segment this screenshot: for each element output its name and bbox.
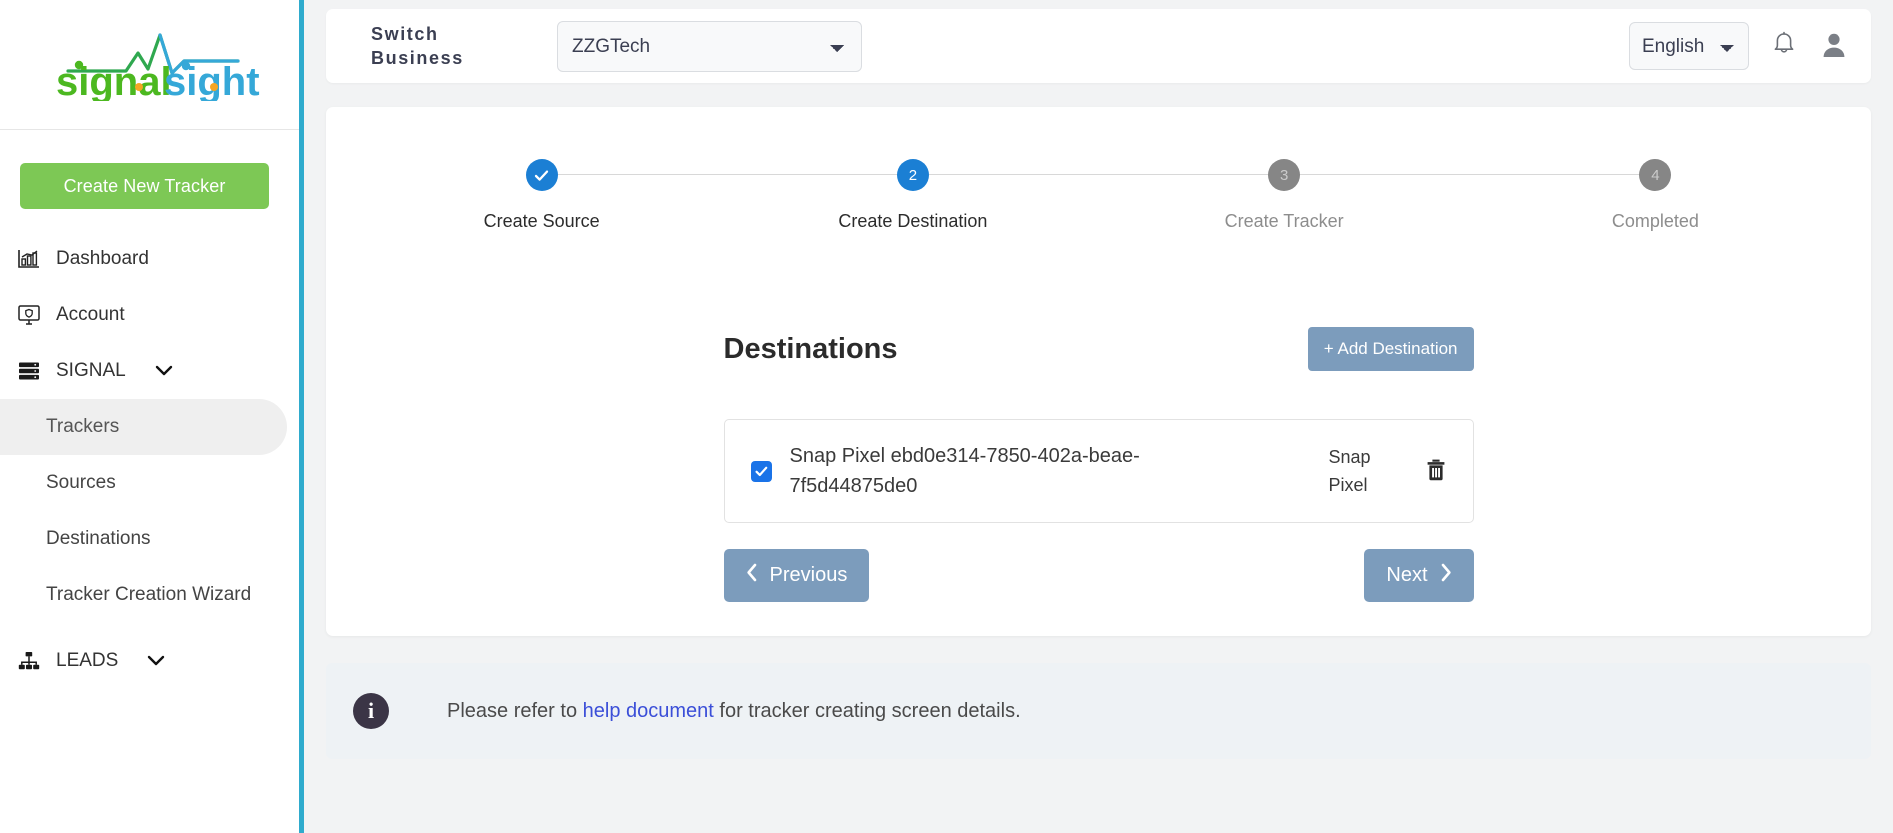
business-select[interactable]: ZZGTech xyxy=(557,20,862,72)
sidebar-subitem-label: Tracker Creation Wizard xyxy=(46,584,252,605)
step-circle-2: 2 xyxy=(896,159,929,191)
top-header-bar: Switch Business ZZGTech English xyxy=(326,9,1871,83)
help-document-link[interactable]: help document xyxy=(583,700,714,722)
main-content: Switch Business ZZGTech English Create S… xyxy=(304,0,1893,833)
sidebar-nav: Dashboard Account SIGNAL Trackers Source… xyxy=(0,231,304,689)
user-avatar-icon xyxy=(1819,30,1849,63)
help-text-before: Please refer to xyxy=(447,699,583,722)
step-circle-1 xyxy=(525,159,558,191)
delete-destination-button[interactable] xyxy=(1417,458,1455,485)
destination-checkbox[interactable] xyxy=(750,460,772,482)
switch-business-label: Switch Business xyxy=(371,24,464,68)
svg-text:sight: sight xyxy=(164,60,260,101)
step-circle-4: 4 xyxy=(1639,159,1672,191)
check-icon xyxy=(534,169,549,181)
destination-name: Snap Pixel ebd0e314-7850-402a-beae-7f5d4… xyxy=(789,445,1140,497)
sidebar-item-account[interactable]: Account xyxy=(0,287,304,343)
help-text-after: for tracker creating screen details. xyxy=(713,699,1021,722)
user-avatar-button[interactable] xyxy=(1819,30,1849,63)
destinations-header: Destinations + Add Destination xyxy=(724,327,1474,371)
next-button-label: Next xyxy=(1386,564,1428,586)
wizard-step-create-tracker[interactable]: 3 Create Tracker xyxy=(1099,159,1656,232)
previous-button-label: Previous xyxy=(769,564,848,586)
sidebar-item-sources[interactable]: Sources xyxy=(0,455,304,511)
sidebar-item-tracker-creation-wizard[interactable]: Tracker Creation Wizard xyxy=(0,567,304,623)
sidebar-subitem-label: Trackers xyxy=(46,416,120,437)
wizard-step-completed[interactable]: 4 Completed xyxy=(1470,159,1841,232)
notification-bell-button[interactable] xyxy=(1771,31,1797,62)
create-new-tracker-button[interactable]: Create New Tracker xyxy=(20,163,269,209)
monitor-shield-icon xyxy=(16,302,42,328)
sidebar-item-label: LEADS xyxy=(56,650,119,671)
sidebar-item-label: SIGNAL xyxy=(56,360,126,381)
wizard-navigation-buttons: Previous Next xyxy=(723,549,1474,602)
sidebar-item-trackers[interactable]: Trackers xyxy=(0,399,287,455)
step-label: Create Source xyxy=(483,211,600,231)
sidebar-subitem-label: Destinations xyxy=(46,528,151,549)
wizard-card: Create Source 2 Create Destination 3 Cre… xyxy=(326,107,1871,636)
table-row[interactable]: Snap Pixel ebd0e314-7850-402a-beae-7f5d4… xyxy=(725,420,1473,522)
info-icon: i xyxy=(353,693,389,729)
wizard-step-create-source[interactable]: Create Source xyxy=(356,159,913,232)
wizard-step-create-destination[interactable]: 2 Create Destination xyxy=(727,159,1285,232)
destinations-list: Snap Pixel ebd0e314-7850-402a-beae-7f5d4… xyxy=(723,419,1474,523)
help-info-bar: i Please refer to help document for trac… xyxy=(326,663,1871,759)
wizard-stepper: Create Source 2 Create Destination 3 Cre… xyxy=(326,159,1871,232)
step-label: Completed xyxy=(1611,211,1699,231)
next-button[interactable]: Next xyxy=(1364,549,1474,602)
svg-text:signal: signal xyxy=(56,60,172,101)
check-icon xyxy=(754,466,767,476)
header-actions: English xyxy=(1629,22,1849,70)
step-label: Create Destination xyxy=(838,211,988,231)
step-circle-3: 3 xyxy=(1268,159,1301,191)
sidebar-divider xyxy=(299,0,304,833)
server-icon xyxy=(16,358,42,384)
chevron-right-icon xyxy=(1440,563,1452,588)
sidebar-item-label: Account xyxy=(56,304,125,325)
destinations-panel: Destinations + Add Destination Snap Pixe… xyxy=(723,327,1474,602)
page-title: Destinations xyxy=(723,332,898,365)
chevron-left-icon xyxy=(746,563,758,588)
destination-type: Snap Pixel xyxy=(1328,447,1371,495)
chevron-down-icon[interactable] xyxy=(146,654,166,668)
sidebar-item-destinations[interactable]: Destinations xyxy=(0,511,304,567)
sidebar-subitem-label: Sources xyxy=(46,472,116,493)
help-info-text: Please refer to help document for tracke… xyxy=(447,700,1021,723)
sidebar-item-leads[interactable]: LEADS xyxy=(0,633,304,689)
previous-button[interactable]: Previous xyxy=(723,549,870,602)
chart-bar-icon xyxy=(16,246,42,272)
signalsight-logo-icon: signal sight xyxy=(56,32,260,101)
language-select[interactable]: English xyxy=(1629,22,1749,70)
trash-icon xyxy=(1425,458,1447,485)
brand-logo[interactable]: signal sight xyxy=(0,0,304,130)
step-label: Create Tracker xyxy=(1224,211,1344,231)
sitemap-icon xyxy=(16,648,42,674)
sidebar-item-label: Dashboard xyxy=(56,248,149,269)
add-destination-button[interactable]: + Add Destination xyxy=(1307,327,1474,371)
app-root: signal sight Create New Tracker Dashboar… xyxy=(0,0,1893,833)
sidebar: signal sight Create New Tracker Dashboar… xyxy=(0,0,304,833)
bell-icon xyxy=(1771,31,1797,62)
sidebar-item-signal[interactable]: SIGNAL xyxy=(0,343,304,399)
sidebar-item-dashboard[interactable]: Dashboard xyxy=(0,231,304,287)
chevron-down-icon[interactable] xyxy=(154,364,174,378)
